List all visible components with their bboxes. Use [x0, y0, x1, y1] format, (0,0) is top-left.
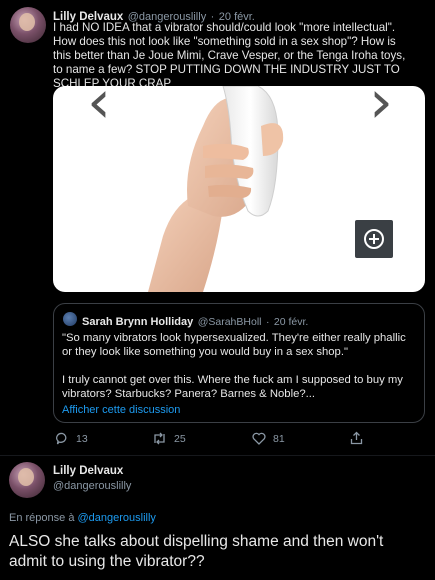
tweet-2[interactable]: Lilly Delvaux @dangerouslilly En réponse… — [0, 456, 435, 580]
author-name[interactable]: Lilly Delvaux — [53, 465, 123, 477]
quote-author-handle[interactable]: @SarahBHoll — [198, 316, 262, 328]
retweet-count: 25 — [174, 432, 186, 445]
tweet-media[interactable]: ‹ › — [53, 86, 425, 292]
plus-circle-icon — [364, 229, 384, 249]
reply-context: En réponse à @dangerouslilly — [9, 512, 156, 524]
reply-prefix: En réponse à — [9, 512, 75, 524]
quote-text-2: I truly cannot get over this. Where the … — [62, 374, 403, 400]
share-icon — [350, 431, 363, 445]
expand-button[interactable] — [355, 220, 393, 258]
show-thread-link[interactable]: Afficher cette discussion — [62, 404, 180, 416]
reply-button[interactable]: 13 — [56, 432, 88, 445]
carousel-prev-button[interactable]: ‹ — [87, 86, 111, 132]
reply-icon — [56, 432, 67, 445]
carousel-next-button[interactable]: › — [369, 86, 393, 132]
share-button[interactable] — [350, 431, 363, 445]
quote-avatar[interactable] — [63, 312, 77, 326]
reply-to-handle[interactable]: @dangerouslilly — [78, 512, 156, 524]
reply-count: 13 — [76, 432, 88, 445]
tweet-text: I had NO IDEA that a vibrator should/cou… — [53, 21, 406, 90]
quote-separator-dot: · — [265, 316, 270, 328]
tweet-1[interactable]: Lilly Delvaux @dangerouslilly · 20 févr.… — [0, 0, 435, 455]
quote-date[interactable]: 20 févr. — [274, 316, 308, 328]
like-button[interactable]: 81 — [252, 432, 285, 445]
quote-author-name[interactable]: Sarah Brynn Holliday — [82, 316, 193, 328]
heart-icon — [252, 432, 266, 445]
retweet-icon — [154, 432, 165, 445]
quote-text-1: "So many vibrators look hypersexualized.… — [62, 332, 406, 358]
avatar[interactable] — [9, 462, 45, 498]
like-count: 81 — [273, 432, 285, 445]
author-handle[interactable]: @dangerouslilly — [53, 480, 131, 492]
retweet-button[interactable]: 25 — [152, 432, 186, 445]
avatar[interactable] — [10, 7, 46, 43]
tweet-text: ALSO she talks about dispelling shame an… — [9, 533, 384, 570]
quoted-tweet[interactable]: Sarah Brynn Holliday @SarahBHoll · 20 fé… — [53, 303, 425, 423]
quote-header: Sarah Brynn Holliday @SarahBHoll · 20 fé… — [82, 312, 308, 330]
